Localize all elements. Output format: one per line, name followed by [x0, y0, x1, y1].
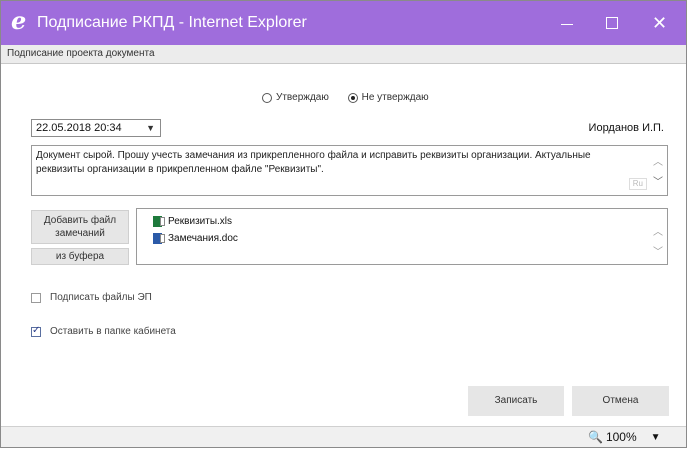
close-icon: ✕: [651, 13, 668, 33]
excel-file-icon: [153, 216, 165, 227]
scroll-down-icon[interactable]: ﹀: [653, 243, 663, 258]
maximize-button[interactable]: [589, 1, 634, 45]
approval-radio-group: Утверждаю Не утверждаю: [262, 92, 445, 106]
zoom-icon: 🔍: [588, 430, 603, 444]
comment-textarea[interactable]: Документ сырой. Прошу учесть замечания и…: [31, 145, 668, 196]
dialog-window: e Подписание РКПД - Internet Explorer ✕ …: [0, 0, 687, 448]
scroll-up-icon[interactable]: ︿: [653, 223, 663, 238]
author-name: Иорданов И.П.: [588, 122, 664, 134]
comment-text: Документ сырой. Прошу учесть замечания и…: [36, 150, 591, 175]
status-bar: 🔍 100% ▼: [1, 426, 686, 447]
zoom-control[interactable]: 🔍 100% ▼: [588, 430, 661, 444]
word-file-icon: [153, 233, 165, 244]
date-select[interactable]: 22.05.2018 20:34 ▼: [31, 119, 161, 137]
radio-checked-icon: [347, 92, 358, 103]
file-name: Замечания.doc: [168, 233, 238, 244]
file-name: Реквизиты.xls: [168, 216, 233, 227]
checkbox-checked-icon: [31, 325, 41, 337]
minimize-icon: [560, 23, 573, 25]
scroll-up-icon[interactable]: ︿: [653, 156, 663, 170]
approve-label: Утверждаю: [276, 92, 329, 103]
sign-files-label: Подписать файлы ЭП: [50, 292, 152, 303]
title-bar: e Подписание РКПД - Internet Explorer ✕: [1, 1, 686, 45]
reject-radio[interactable]: Не утверждаю: [347, 92, 429, 103]
from-buffer-button[interactable]: из буфера: [31, 248, 129, 265]
save-button[interactable]: Записать: [468, 386, 564, 416]
ie-icon: e: [11, 6, 27, 35]
approve-radio[interactable]: Утверждаю: [262, 92, 329, 103]
language-badge: Ru: [628, 178, 647, 190]
checkbox-icon: [31, 292, 41, 303]
close-button[interactable]: ✕: [637, 1, 682, 45]
chevron-down-icon: ▼: [650, 431, 661, 443]
reject-label: Не утверждаю: [361, 92, 429, 103]
subheader-bar: Подписание проекта документа: [1, 45, 686, 64]
scroll-down-icon[interactable]: ﹀: [653, 176, 663, 190]
file-item-rekvizity[interactable]: Реквизиты.xls: [153, 216, 232, 227]
subheader-title: Подписание проекта документа: [7, 48, 155, 59]
radio-circle-icon: [262, 92, 272, 103]
keep-in-folder-checkbox[interactable]: Оставить в папке кабинета: [31, 325, 176, 337]
add-file-button[interactable]: Добавить файл замечаний: [31, 210, 129, 244]
attachments-list: Реквизиты.xls Замечания.doc ︿ ﹀: [136, 208, 668, 265]
maximize-icon: [605, 17, 618, 29]
date-value: 22.05.2018 20:34: [36, 122, 122, 134]
chevron-down-icon: ▼: [146, 123, 155, 133]
keep-in-folder-label: Оставить в папке кабинета: [50, 326, 176, 337]
zoom-level: 100%: [605, 430, 637, 444]
sign-files-checkbox[interactable]: Подписать файлы ЭП: [31, 292, 152, 303]
window-title: Подписание РКПД - Internet Explorer: [37, 14, 307, 31]
cancel-button[interactable]: Отмена: [572, 386, 669, 416]
file-item-zamechaniya[interactable]: Замечания.doc: [153, 233, 238, 244]
minimize-button[interactable]: [544, 1, 589, 45]
